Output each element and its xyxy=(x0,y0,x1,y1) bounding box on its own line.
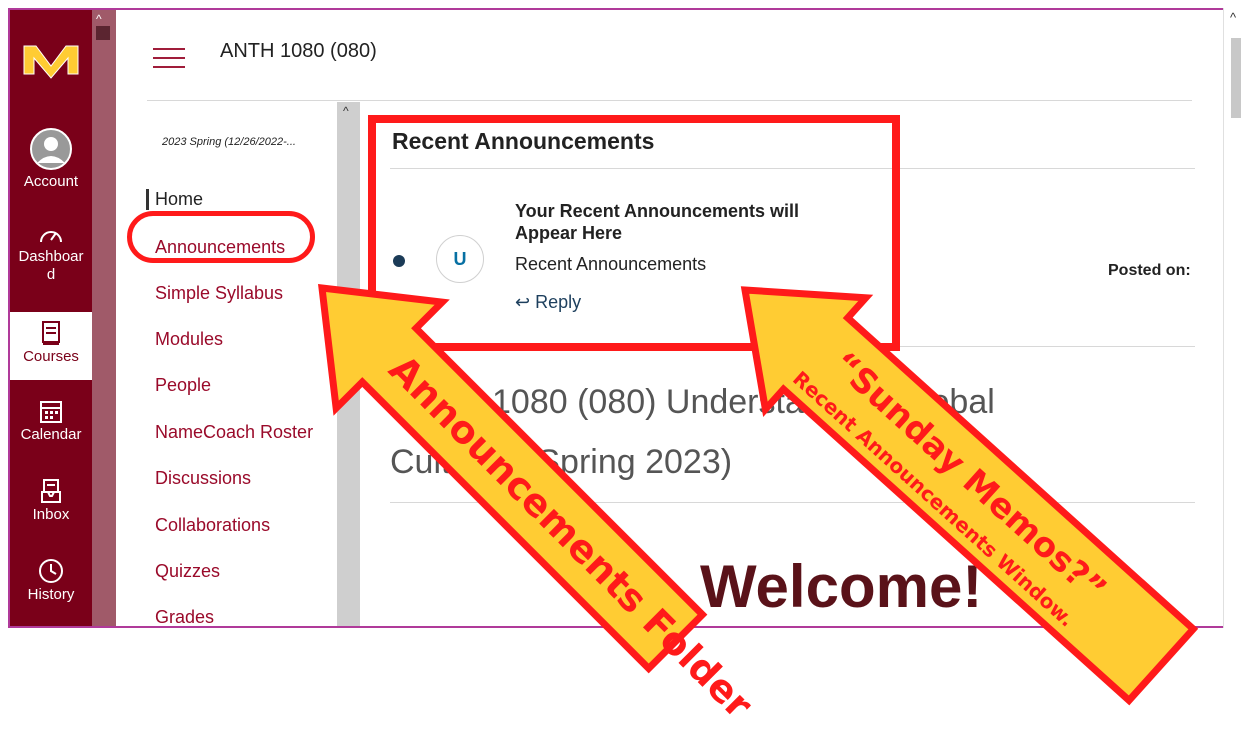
arrow2-text-line1: “Sunday Memos?” xyxy=(824,344,1113,610)
arrow1-text: Announcements Folder xyxy=(381,347,761,727)
sunday-memos-arrow: “Sunday Memos?” Recent Announcements Win… xyxy=(740,286,1199,706)
announcements-folder-arrow: Announcements Folder xyxy=(318,284,761,727)
annotation-overlay: Announcements Folder “Sunday Memos?” Rec… xyxy=(318,284,1199,727)
